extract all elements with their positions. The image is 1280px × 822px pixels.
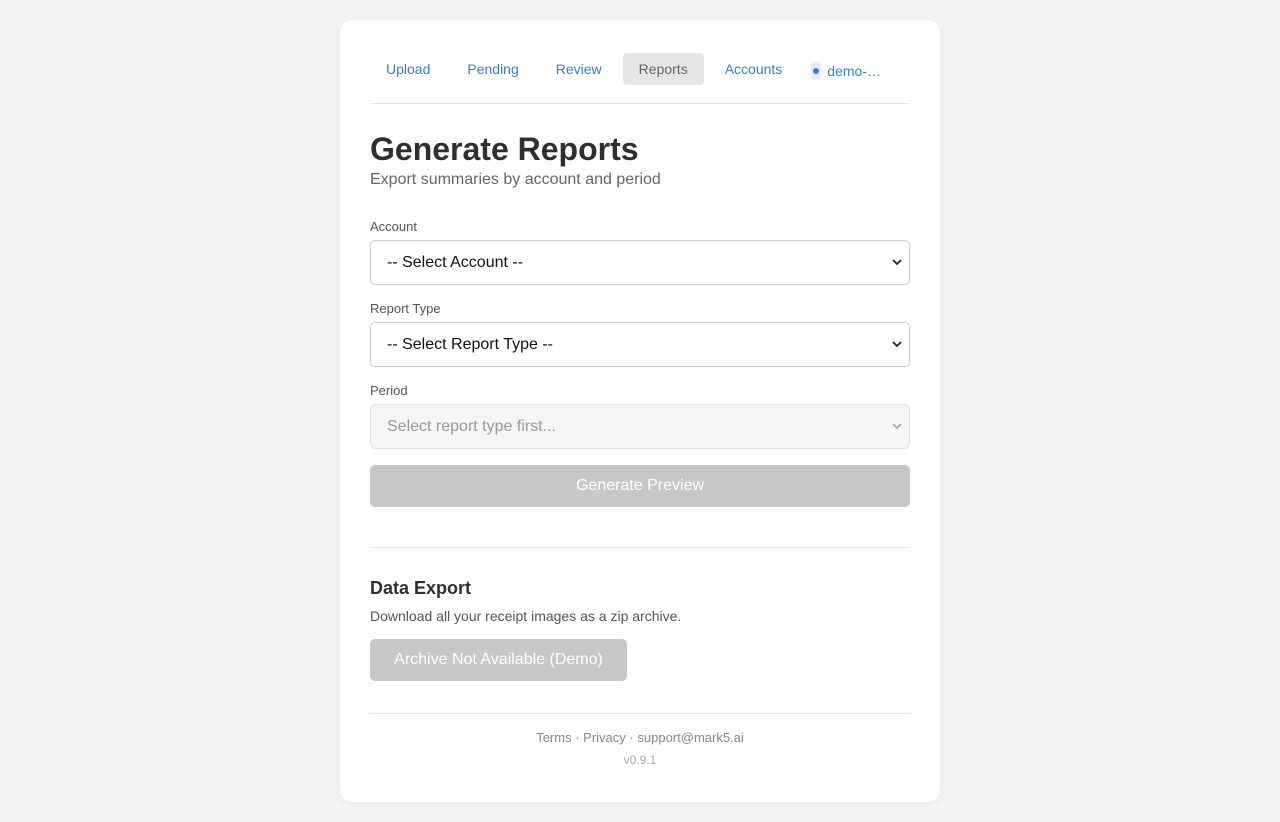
nav-upload[interactable]: Upload xyxy=(370,53,446,85)
account-select-value: -- Select Account -- xyxy=(387,253,524,271)
main-card: Upload Pending Review Reports Accounts d… xyxy=(340,20,940,802)
section-divider xyxy=(370,547,910,549)
report-type-label: Report Type xyxy=(370,301,441,317)
nav-accounts[interactable]: Accounts xyxy=(709,53,799,85)
page-subtitle: Export summaries by account and period xyxy=(370,171,661,189)
chevron-down-icon xyxy=(891,421,903,433)
export-title: Data Export xyxy=(370,578,472,599)
page-title: Generate Reports xyxy=(370,131,639,167)
report-type-select[interactable]: -- Select Report Type -- xyxy=(370,322,910,368)
report-type-select-value: -- Select Report Type -- xyxy=(387,335,553,353)
generate-preview-button: Generate Preview xyxy=(370,465,910,508)
period-label: Period xyxy=(370,383,408,399)
nav-review[interactable]: Review xyxy=(540,53,618,85)
user-menu[interactable]: demo-… xyxy=(803,53,881,89)
account-label: Account xyxy=(370,219,417,235)
version-label: v0.9.1 xyxy=(623,753,657,768)
nav-pending[interactable]: Pending xyxy=(451,53,534,85)
privacy-link[interactable]: Privacy xyxy=(583,730,626,745)
export-description: Download all your receipt images as a zi… xyxy=(370,608,682,625)
period-select-value: Select report type first... xyxy=(387,417,556,435)
chevron-down-icon xyxy=(891,339,903,351)
support-email-link[interactable]: support@mark5.ai xyxy=(637,730,743,745)
user-name: demo-… xyxy=(827,63,881,79)
footer-separator: · xyxy=(575,730,580,746)
account-select[interactable]: -- Select Account -- xyxy=(370,240,910,286)
user-status-icon xyxy=(811,61,822,81)
chevron-down-icon xyxy=(891,257,903,269)
nav-reports[interactable]: Reports xyxy=(622,52,704,85)
footer-separator: · xyxy=(629,730,634,746)
footer: Terms · Privacy · support@mark5.ai v0.9.… xyxy=(370,714,910,767)
top-nav: Upload Pending Review Reports Accounts d… xyxy=(370,50,910,104)
archive-button: Archive Not Available (Demo) xyxy=(370,639,627,682)
footer-links: Terms · Privacy · support@mark5.ai xyxy=(370,730,910,745)
terms-link[interactable]: Terms xyxy=(536,730,571,745)
period-select: Select report type first... xyxy=(370,404,910,450)
